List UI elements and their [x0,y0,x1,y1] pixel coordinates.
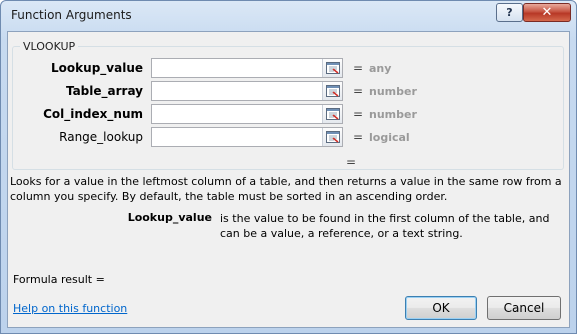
argument-help-text: is the value to be found in the first co… [220,212,550,240]
close-button[interactable]: ✕ [523,3,571,22]
ok-button[interactable]: OK [405,296,477,320]
collapse-dialog-button[interactable] [322,59,342,77]
arg-label-range-lookup: Range_lookup [59,130,143,144]
function-arguments-dialog: Function Arguments ? ✕ VLOOKUP Lookup_va… [0,0,577,334]
function-description: Looks for a value in the leftmost column… [10,175,562,203]
arg-equals-sign: = [353,61,364,75]
title-bar: Function Arguments ? ✕ [1,1,576,31]
dialog-body: VLOOKUP Lookup_value = any Table_array =… [7,31,570,328]
lookup-value-input[interactable] [151,58,343,78]
arg-result-col-index-num: number [369,108,417,121]
arg-equals-sign: = [353,130,364,144]
collapse-dialog-icon [325,85,340,97]
function-name: VLOOKUP [20,40,79,53]
cancel-button[interactable]: Cancel [487,296,561,320]
collapse-dialog-button[interactable] [322,128,342,146]
arg-equals-sign: = [353,84,364,98]
arg-result-table-array: number [369,85,417,98]
range-lookup-input[interactable] [151,127,343,147]
arg-label-lookup-value: Lookup_value [51,61,143,75]
arg-label-col-index-num: Col_index_num [43,107,143,121]
help-on-this-function-link[interactable]: Help on this function [13,302,127,315]
collapse-dialog-icon [325,108,340,120]
table-array-input[interactable] [151,81,343,101]
arg-equals-sign: = [353,107,364,121]
arg-result-lookup-value: any [369,62,392,75]
function-group-box: VLOOKUP Lookup_value = any Table_array =… [12,40,564,170]
col-index-num-input[interactable] [151,104,343,124]
formula-result-label: Formula result = [13,273,105,286]
question-mark-icon: ? [506,6,513,19]
argument-help-name: Lookup_value [127,211,212,224]
collapse-dialog-icon [325,131,340,143]
function-result-equals: = [346,155,357,169]
collapse-dialog-button[interactable] [322,82,342,100]
arg-result-range-lookup: logical [369,131,410,144]
arg-label-table-array: Table_array [65,84,143,98]
dialog-title: Function Arguments [11,8,132,22]
collapse-dialog-button[interactable] [322,105,342,123]
collapse-dialog-icon [325,62,340,74]
close-icon: ✕ [541,5,553,20]
help-button[interactable]: ? [496,3,523,22]
